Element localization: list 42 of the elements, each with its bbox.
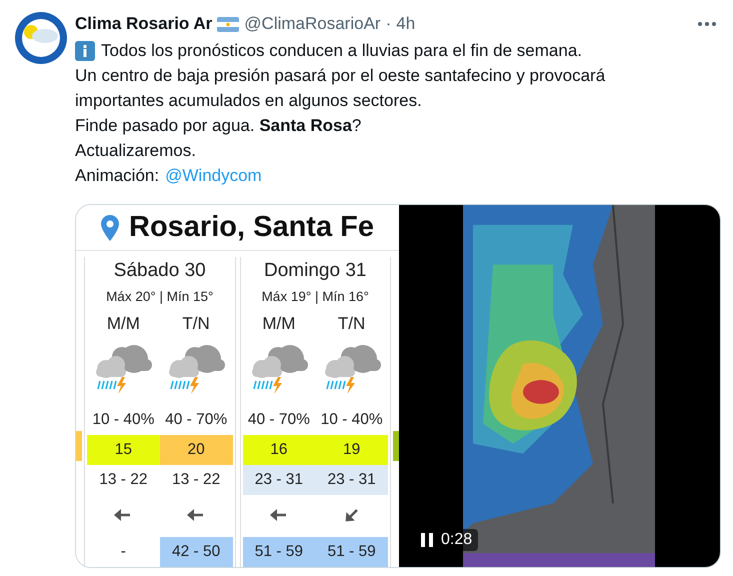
author-handle[interactable]: @ClimaRosarioAr	[244, 14, 381, 34]
gust-range: -	[120, 542, 127, 562]
post-text: Todos los pronósticos conducen a lluvias para el fin de semana.	[101, 40, 582, 62]
day-name: Sábado 30	[112, 259, 207, 283]
post-text: Un centro de baja presión pasará por el oeste santafecino y provocará	[75, 65, 606, 87]
gust-range: 51 - 59	[315, 537, 388, 567]
video-time: 0:28	[441, 531, 472, 549]
post-text: Animación:	[75, 165, 160, 187]
gust-range: 42 - 50	[160, 537, 232, 567]
post-text: Actualizaremos.	[75, 140, 196, 162]
rain-chance: 10 - 40%	[320, 410, 384, 430]
period-label: T/N	[338, 313, 366, 335]
period-label: M/M	[262, 313, 296, 335]
index-value: 19	[315, 435, 388, 465]
post-text: importantes acumulados en algunos sectores.	[75, 90, 422, 112]
info-icon	[75, 40, 95, 60]
location-title: Rosario, Santa Fe	[129, 211, 374, 244]
index-value: 15	[87, 435, 160, 465]
period-label: M/M	[106, 313, 140, 335]
rain-chance: 40 - 70%	[246, 410, 311, 430]
index-value: 20	[160, 435, 232, 465]
temp-range: 23 - 31	[315, 465, 388, 495]
day-name: Domingo 31	[263, 259, 368, 283]
temp-range: 13 - 22	[98, 470, 148, 490]
pause-icon[interactable]	[421, 533, 433, 547]
gust-range: 51 - 59	[242, 537, 316, 567]
post-time[interactable]: 4h	[396, 14, 416, 34]
rain-chance: 40 - 70%	[164, 410, 228, 430]
flag-icon	[217, 16, 240, 32]
more-icon[interactable]	[697, 21, 717, 27]
max-min-temp: Máx 19° | Mín 16°	[260, 288, 370, 306]
author-name[interactable]: Clima Rosario Ar	[75, 14, 212, 34]
index-value: 16	[242, 435, 316, 465]
temp-range: 23 - 31	[242, 465, 316, 495]
separator-dot: ·	[386, 14, 392, 34]
rain-chance: 10 - 40%	[91, 410, 156, 430]
max-min-temp: Máx 20° | Mín 15°	[105, 288, 214, 306]
post-text: Finde pasado por agua. Santa Rosa?	[75, 115, 362, 137]
period-label: T/N	[182, 313, 210, 335]
avatar[interactable]	[15, 12, 67, 64]
temp-range: 13 - 22	[170, 470, 222, 490]
location-pin-icon	[101, 214, 120, 240]
